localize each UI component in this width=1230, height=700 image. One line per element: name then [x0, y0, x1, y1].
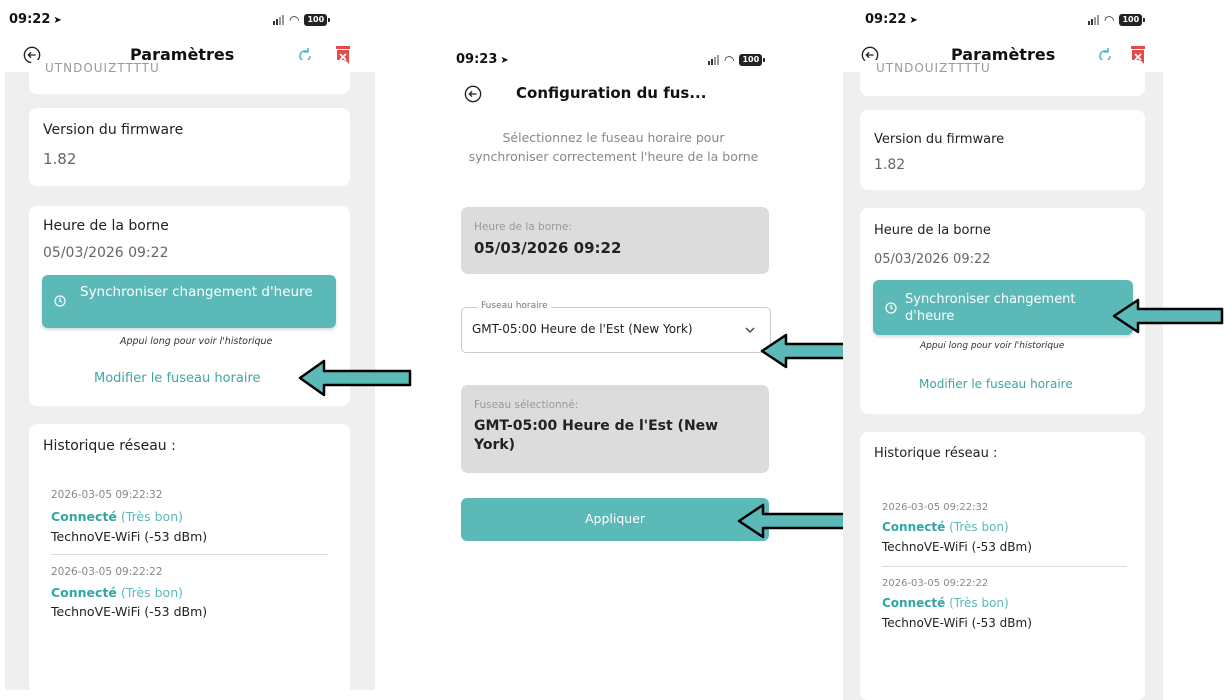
history-quality: (Très bon) — [120, 509, 183, 524]
history-status: Connecté — [51, 585, 117, 600]
timezone-select[interactable]: Fuseau horaire GMT-05:00 Heure de l'Est … — [461, 301, 771, 353]
current-clock-label: Heure de la borne: — [474, 221, 572, 233]
location-arrow-icon: ➤ — [53, 15, 62, 26]
wifi-icon: ◠ — [1104, 13, 1115, 27]
divider — [882, 566, 1127, 567]
truncated-text: UTNDOUIZTTTTU — [45, 61, 160, 75]
battery-icon: 100 — [1119, 14, 1145, 26]
history-quality: (Très bon) — [120, 585, 183, 600]
clock-label: Heure de la borne — [43, 218, 169, 234]
signal-icon — [273, 15, 284, 25]
wifi-icon: ◠ — [724, 53, 735, 67]
history-card: Historique réseau : 2026-03-05 09:22:32 … — [860, 432, 1145, 700]
clock-icon — [885, 302, 897, 314]
wifi-icon: ◠ — [289, 13, 300, 27]
signal-icon — [708, 55, 719, 65]
sync-hint: Appui long pour voir l'historique — [120, 336, 273, 347]
history-quality: (Très bon) — [949, 520, 1009, 534]
history-network: TechnoVE-WiFi (-53 dBm) — [51, 604, 208, 619]
history-date: 2026-03-05 09:22:32 — [882, 502, 989, 513]
status-bar: 09:22 ➤ ◠ 100 — [5, 0, 375, 40]
sync-button-label: Synchroniser changement d'heure — [905, 292, 1076, 324]
chevron-down-icon — [745, 327, 755, 333]
selected-timezone-box: Fuseau sélectionné: GMT-05:00 Heure de l… — [461, 385, 769, 473]
history-network: TechnoVE-WiFi (-53 dBm) — [882, 540, 1032, 554]
history-status: Connecté — [882, 520, 946, 534]
sync-hint: Appui long pour voir l'historique — [920, 341, 1065, 351]
truncated-card: UTNDOUIZTTTTU — [29, 60, 350, 94]
history-network: TechnoVE-WiFi (-53 dBm) — [882, 616, 1032, 630]
history-title: Historique réseau : — [43, 438, 176, 454]
history-date: 2026-03-05 09:22:22 — [51, 566, 163, 578]
location-arrow-icon: ➤ — [500, 55, 509, 66]
history-card: Historique réseau : 2026-03-05 09:22:32 … — [29, 424, 350, 690]
truncated-card: UTNDOUIZTTTTU — [860, 60, 1145, 96]
divider — [51, 554, 328, 555]
current-clock-box: Heure de la borne: 05/03/2026 09:22 — [461, 207, 769, 274]
history-date: 2026-03-05 09:22:22 — [882, 578, 989, 589]
edit-timezone-link[interactable]: Modifier le fuseau horaire — [94, 371, 261, 386]
description: Sélectionnez le fuseau horaire pour sync… — [468, 130, 759, 164]
back-icon[interactable] — [464, 85, 482, 103]
truncated-text: UTNDOUIZTTTTU — [876, 61, 991, 75]
firmware-value: 1.82 — [43, 150, 77, 168]
selected-timezone-value: GMT-05:00 Heure de l'Est (New York) — [474, 418, 719, 453]
history-title: Historique réseau : — [874, 446, 998, 461]
clock-value: 05/03/2026 09:22 — [43, 245, 169, 261]
clock-label: Heure de la borne — [874, 223, 991, 238]
firmware-label: Version du firmware — [43, 122, 184, 138]
firmware-card: Version du firmware 1.82 — [29, 108, 350, 186]
clock-value: 05/03/2026 09:22 — [874, 252, 991, 267]
settings-screen-right: 09:22 ➤ ◠ 100 Paramètres UTNDOUIZTTTTU Ve… — [843, 0, 1163, 700]
timezone-select-value: GMT-05:00 Heure de l'Est (New York) — [472, 322, 693, 336]
location-arrow-icon: ➤ — [909, 15, 918, 26]
firmware-value: 1.82 — [874, 157, 906, 173]
status-bar: 09:22 ➤ ◠ 100 — [843, 0, 1163, 40]
history-network: TechnoVE-WiFi (-53 dBm) — [51, 529, 208, 544]
timezone-select-label: Fuseau horaire — [478, 301, 551, 311]
middle-apply-pointer-arrow-icon — [737, 503, 851, 539]
history-status: Connecté — [882, 596, 946, 610]
battery-icon: 100 — [304, 14, 330, 26]
clock-icon — [54, 295, 66, 307]
current-clock-value: 05/03/2026 09:22 — [474, 239, 622, 257]
sync-button[interactable]: Synchroniser changement d'heure — [42, 275, 336, 328]
left-pointer-arrow-icon — [298, 359, 412, 397]
history-status: Connecté — [51, 509, 117, 524]
battery-icon: 100 — [739, 54, 765, 66]
firmware-label: Version du firmware — [874, 132, 1005, 147]
clock-card: Heure de la borne 05/03/2026 09:22 Synch… — [860, 208, 1145, 414]
sync-button[interactable]: Synchroniser changement d'heure — [873, 280, 1133, 335]
firmware-card: Version du firmware 1.82 — [860, 110, 1145, 190]
timezone-config-screen: 09:23 ➤ ◠ 100 Configuration du fus... Sél… — [446, 40, 786, 560]
status-time: 09:22 — [865, 12, 907, 27]
right-pointer-arrow-icon — [1112, 298, 1224, 334]
history-date: 2026-03-05 09:22:32 — [51, 489, 163, 501]
apply-button[interactable]: Appliquer — [461, 498, 769, 541]
history-quality: (Très bon) — [949, 596, 1009, 610]
sync-button-label: Synchroniser changement d'heure — [80, 284, 313, 300]
status-time: 09:23 — [456, 52, 498, 67]
edit-timezone-link[interactable]: Modifier le fuseau horaire — [919, 377, 1073, 391]
selected-timezone-label: Fuseau sélectionné: — [474, 399, 579, 411]
status-time: 09:22 — [9, 12, 51, 27]
apply-button-label: Appliquer — [584, 511, 646, 526]
page-title: Configuration du fus... — [516, 84, 707, 102]
signal-icon — [1088, 15, 1099, 25]
settings-screen-left: 09:22 ➤ ◠ 100 Paramètres UTNDOUIZTTTTU Ve… — [5, 0, 375, 690]
